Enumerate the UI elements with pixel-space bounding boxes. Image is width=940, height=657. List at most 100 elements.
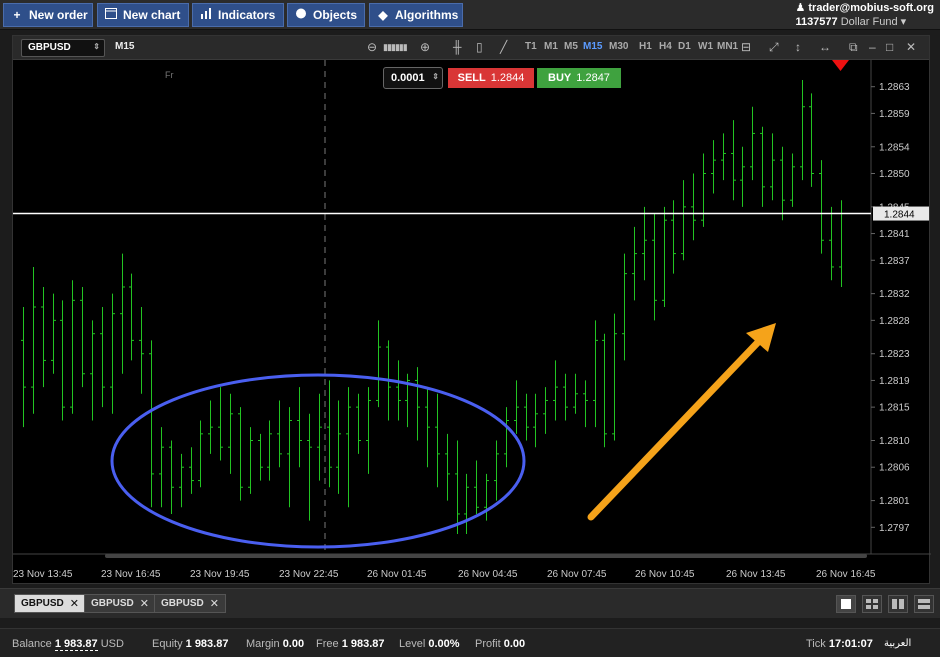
tab-label: GBPUSD xyxy=(21,598,64,609)
objects-button[interactable]: Objects xyxy=(287,3,365,27)
step-input[interactable]: 0.0001 ⇕ xyxy=(383,67,443,89)
timeframe-m30[interactable]: M30 xyxy=(609,41,628,52)
sell-price: 1.2844 xyxy=(490,72,525,84)
timeframe-d1[interactable]: D1 xyxy=(678,41,691,52)
y-tick-label: 1.2854 xyxy=(879,142,910,153)
session-marker: Fr xyxy=(165,70,174,80)
buy-button[interactable]: BUY 1.2847 xyxy=(537,68,621,88)
popout-icon[interactable]: ⧉ xyxy=(849,40,858,55)
split-view-icon[interactable]: ⊟ xyxy=(741,40,751,54)
margin-label: Margin xyxy=(246,638,280,650)
maximize-icon[interactable]: □ xyxy=(886,40,893,54)
y-tick-label: 1.2797 xyxy=(879,523,910,534)
balance-value: 1 983.87 xyxy=(54,638,98,651)
x-tick-label: 23 Nov 16:45 xyxy=(101,569,161,580)
symbol-select[interactable]: GBPUSD ⇕ xyxy=(21,39,105,57)
horizontal-scrollbar xyxy=(105,554,867,558)
current-price-label: 1.2844 xyxy=(884,210,915,221)
equity-item: Equity 1 983.87 xyxy=(152,638,228,650)
chart-tabs-bar: GBPUSD ✕ GBPUSD ✕ GBPUSD ✕ xyxy=(0,588,940,618)
y-tick-label: 1.2859 xyxy=(879,109,910,120)
user-icon: ♟ xyxy=(795,2,806,14)
account-info[interactable]: ♟ trader@mobius-soft.org 1137577 Dollar … xyxy=(795,1,934,29)
y-tick-label: 1.2823 xyxy=(879,349,910,360)
timeframe-h4[interactable]: H4 xyxy=(659,41,672,52)
level-label: Level xyxy=(399,638,426,650)
tick-label: Tick xyxy=(806,638,826,650)
zoom-in-icon[interactable]: ⊕ xyxy=(420,40,430,54)
timeframe-t1[interactable]: T1 xyxy=(525,41,537,52)
annotation-arrow-shaft xyxy=(587,335,765,521)
algorithms-label: Algorithms xyxy=(395,8,459,22)
x-tick-label: 26 Nov 01:45 xyxy=(367,569,427,580)
timeframe-mn1[interactable]: MN1 xyxy=(717,41,738,52)
chart-tab[interactable]: GBPUSD ✕ xyxy=(14,594,87,613)
rows-layout-icon[interactable] xyxy=(914,595,934,613)
close-icon[interactable]: ✕ xyxy=(210,597,219,610)
chart-window-icon xyxy=(105,8,117,22)
timeframe-label: M15 xyxy=(115,41,135,52)
free-label: Free xyxy=(316,638,339,650)
vertical-resize-icon[interactable]: ↕ xyxy=(795,40,801,54)
y-tick-label: 1.2863 xyxy=(879,82,910,93)
close-icon[interactable]: ✕ xyxy=(140,597,149,610)
chart-header: GBPUSD ⇕ M15 ⊖ ▮▮▮▮▮▮ ⊕ ╫ ▯ ╱ T1 M1 M5 M15 M… xyxy=(13,36,929,60)
timeframe-m1[interactable]: M1 xyxy=(544,41,558,52)
indicators-button[interactable]: Indicators xyxy=(192,3,284,27)
tab-label: GBPUSD xyxy=(161,598,204,609)
timeframe-h1[interactable]: H1 xyxy=(639,41,652,52)
account-number: 1137577 xyxy=(795,16,838,28)
x-tick-label: 23 Nov 13:45 xyxy=(13,569,73,580)
balance-currency: USD xyxy=(100,638,124,650)
objects-label: Objects xyxy=(313,8,358,22)
language-select[interactable]: العربية xyxy=(884,638,911,649)
new-order-button[interactable]: + New order xyxy=(3,3,93,27)
annotation-ellipse xyxy=(110,373,526,549)
margin-item: Margin 0.00 xyxy=(246,638,304,650)
profit-item: Profit 0.00 xyxy=(475,638,525,650)
close-icon[interactable]: ✕ xyxy=(906,40,916,54)
step-value: 0.0001 xyxy=(391,72,425,84)
timeframe-m15[interactable]: M15 xyxy=(583,41,602,52)
zoom-out-icon[interactable]: ⊖ xyxy=(367,40,377,54)
account-email: trader@mobius-soft.org xyxy=(808,2,934,14)
grid-layout-icon[interactable] xyxy=(862,595,882,613)
candlestick-icon[interactable]: ▯ xyxy=(476,40,483,54)
bar-chart-type-icon[interactable]: ╫ xyxy=(453,40,462,54)
chevron-down-icon: ▾ xyxy=(900,16,907,28)
timeframe-m5[interactable]: M5 xyxy=(564,41,578,52)
chart-window: 1.28631.28591.28541.28501.28451.28411.28… xyxy=(12,35,931,585)
diamond-icon: ◆ xyxy=(378,8,388,22)
chart-tab[interactable]: GBPUSD ✕ xyxy=(154,594,227,613)
expand-diagonal-icon[interactable]: ⤢ xyxy=(769,40,779,55)
new-chart-button[interactable]: New chart xyxy=(97,3,189,27)
tick-item: Tick 17:01:07 xyxy=(806,638,873,650)
zoom-slider[interactable]: ▮▮▮▮▮▮ xyxy=(383,42,408,53)
columns-layout-icon[interactable] xyxy=(888,595,908,613)
balance-item: Balance 1 983.87 USD xyxy=(12,638,124,651)
new-chart-label: New chart xyxy=(123,8,181,22)
account-fund: Dollar Fund xyxy=(840,16,898,28)
buy-price: 1.2847 xyxy=(576,72,610,84)
y-tick-label: 1.2837 xyxy=(879,256,910,267)
horizontal-resize-icon[interactable]: ↔ xyxy=(819,40,831,54)
alert-marker-icon xyxy=(832,60,849,71)
y-tick-label: 1.2815 xyxy=(879,403,910,414)
trading-terminal: + New order New chart Indicators Objects… xyxy=(0,0,940,657)
sell-button[interactable]: SELL 1.2844 xyxy=(448,68,534,88)
level-value: 0.00% xyxy=(428,638,460,650)
chart-tab[interactable]: GBPUSD ✕ xyxy=(84,594,157,613)
minimize-icon[interactable]: – xyxy=(869,40,876,54)
balance-label: Balance xyxy=(12,638,52,650)
indicators-label: Indicators xyxy=(218,8,276,22)
margin-value: 0.00 xyxy=(282,638,305,650)
single-layout-icon[interactable] xyxy=(836,595,856,613)
y-tick-label: 1.2801 xyxy=(879,496,910,507)
line-chart-icon[interactable]: ╱ xyxy=(500,40,507,54)
close-icon[interactable]: ✕ xyxy=(70,597,79,610)
algorithms-button[interactable]: ◆ Algorithms xyxy=(369,3,463,27)
price-chart[interactable]: 1.28631.28591.28541.28501.28451.28411.28… xyxy=(13,36,931,585)
level-item: Level 0.00% xyxy=(399,638,460,650)
top-toolbar: + New order New chart Indicators Objects… xyxy=(0,0,940,30)
timeframe-w1[interactable]: W1 xyxy=(698,41,713,52)
